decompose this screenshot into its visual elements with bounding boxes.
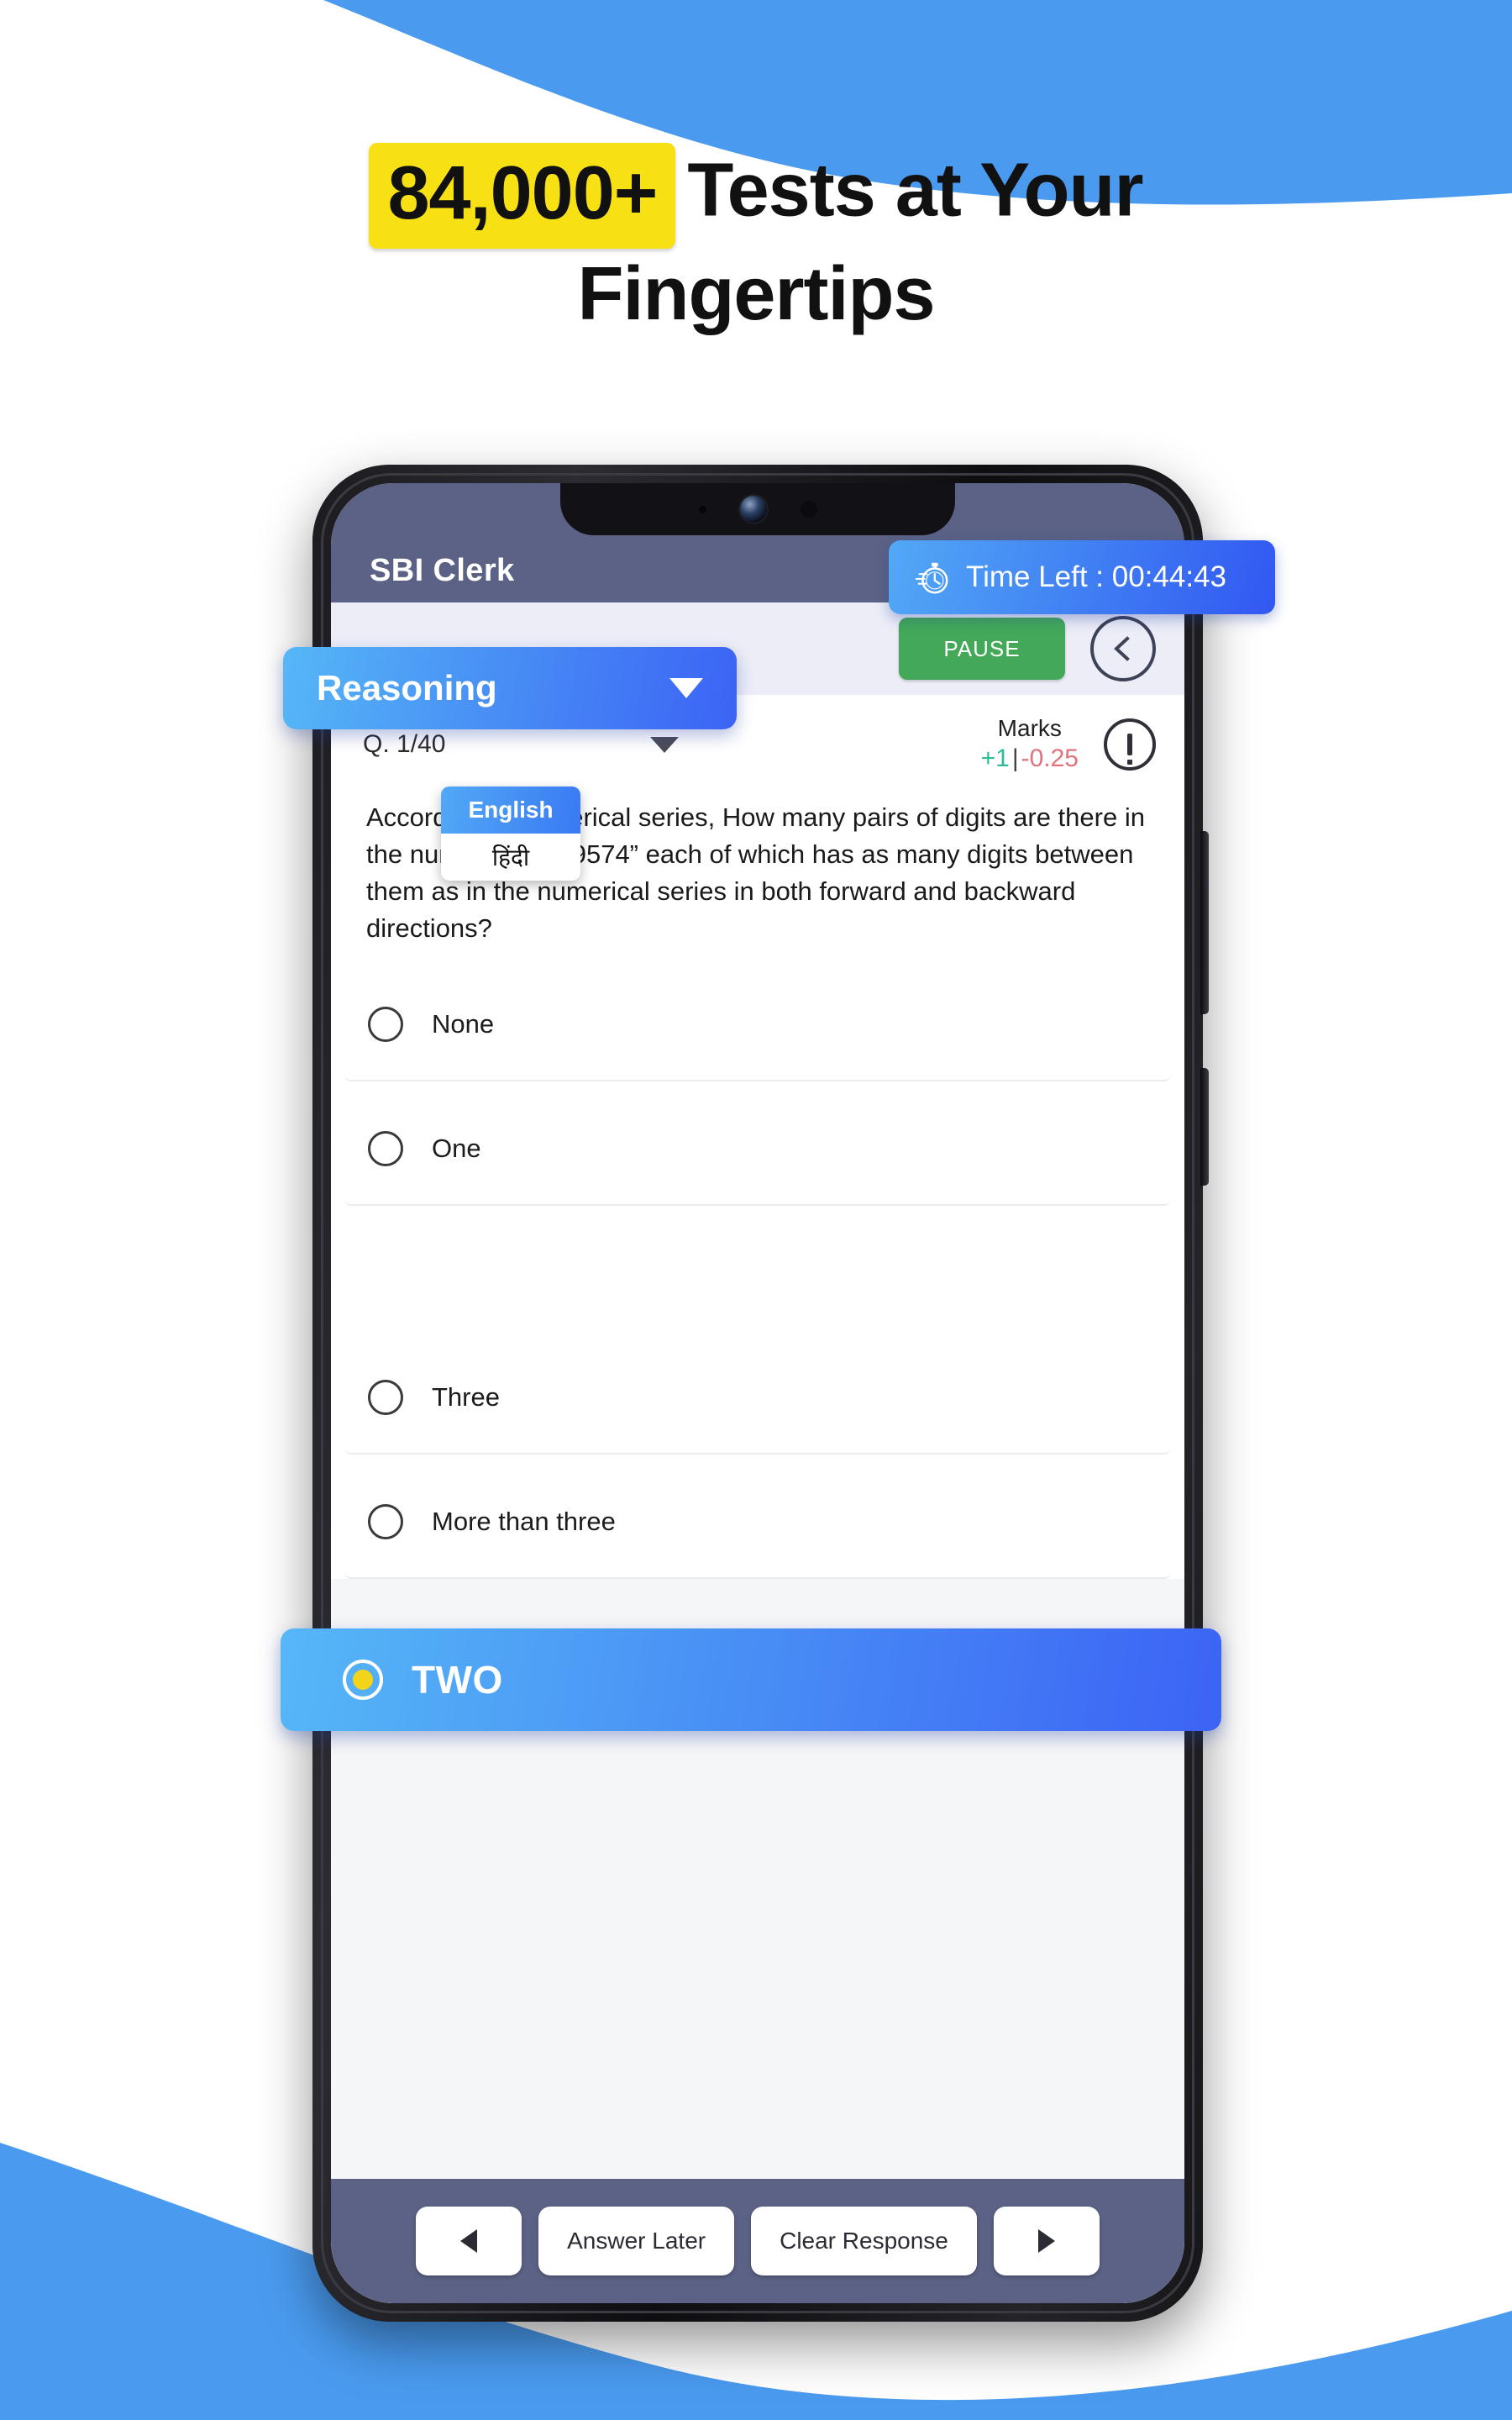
phone-screen: SBI Clerk PAUSE Q. 1/40 Marks +1 | -0.25… [331,483,1184,2303]
option-label: None [432,1009,495,1039]
marks-separator: | [1011,744,1019,773]
radio-selected-icon [343,1660,383,1700]
triangle-left-icon [460,2229,478,2253]
headline-line-1: 84,000+ Tests at Your [0,143,1512,249]
timer-badge: Time Left : 00:44:43 [889,540,1275,614]
marks-values: +1 | -0.25 [981,744,1079,773]
marks-label: Marks [997,714,1062,741]
exclamation-circle-icon[interactable] [1104,718,1156,771]
option-divider [331,1206,1184,1218]
option-divider [331,1330,1184,1343]
option-label: One [432,1134,481,1164]
headline-line-2: Fingertips [577,251,935,336]
radio-icon [368,1504,403,1540]
question-number: Q. 1/40 [363,730,446,758]
marks-negative: -0.25 [1021,744,1079,773]
chevron-left-icon [1114,636,1130,661]
option-row[interactable]: One [344,1093,1171,1207]
subject-selector[interactable]: Reasoning [283,647,737,729]
pause-button[interactable]: PAUSE [899,618,1065,680]
phone-mockup: SBI Clerk PAUSE Q. 1/40 Marks +1 | -0.25… [281,465,1221,2322]
language-option-hindi[interactable]: हिंदी [441,834,580,881]
back-button[interactable] [1090,616,1156,681]
language-dropdown[interactable]: English हिंदी [441,786,580,881]
proximity-sensor-icon [698,505,706,513]
option-label: Three [432,1382,500,1413]
next-question-button[interactable] [993,2207,1100,2275]
option-divider [331,1455,1184,1467]
option-label: TWO [412,1658,503,1702]
phone-body: SBI Clerk PAUSE Q. 1/40 Marks +1 | -0.25… [312,465,1209,2322]
chevron-down-icon[interactable] [650,736,680,753]
phone-notch [560,483,955,535]
option-row[interactable]: None [344,969,1171,1082]
option-label: More than three [432,1507,616,1537]
marks-positive: +1 [980,744,1010,773]
option-row-selected-slot [331,1218,1184,1330]
phone-volume-button[interactable] [1200,831,1209,1014]
option-divider [331,1081,1184,1094]
headline-rest: Tests at Your [687,148,1143,233]
option-row-selected[interactable]: TWO [281,1628,1221,1731]
light-sensor-icon [800,501,817,518]
exclamation-mark-shape [1127,734,1132,765]
options-list: None One Three More than three [331,969,1184,1580]
app-title: SBI Clerk [370,553,515,588]
answer-later-button[interactable]: Answer Later [538,2207,735,2275]
radio-icon [368,1131,403,1167]
radio-icon [368,1007,403,1043]
stopwatch-icon [915,562,948,594]
subject-label: Reasoning [317,668,497,708]
chevron-down-icon [669,678,703,698]
option-row[interactable]: More than three [344,1466,1171,1580]
phone-power-button[interactable] [1200,1068,1209,1186]
timer-label: Time Left : 00:44:43 [966,560,1226,593]
front-camera-icon [739,496,767,523]
bottom-navigation-bar: Answer Later Clear Response [331,2179,1184,2303]
previous-question-button[interactable] [416,2207,522,2275]
headline-badge: 84,000+ [369,143,676,249]
radio-icon [368,1380,403,1416]
option-row[interactable]: Three [344,1342,1171,1455]
headline: 84,000+ Tests at Your Fingertips [0,143,1512,341]
clear-response-button[interactable]: Clear Response [751,2207,977,2275]
language-option-english[interactable]: English [441,786,580,834]
marks-box: Marks +1 | -0.25 [981,714,1104,774]
triangle-right-icon [1037,2229,1055,2253]
